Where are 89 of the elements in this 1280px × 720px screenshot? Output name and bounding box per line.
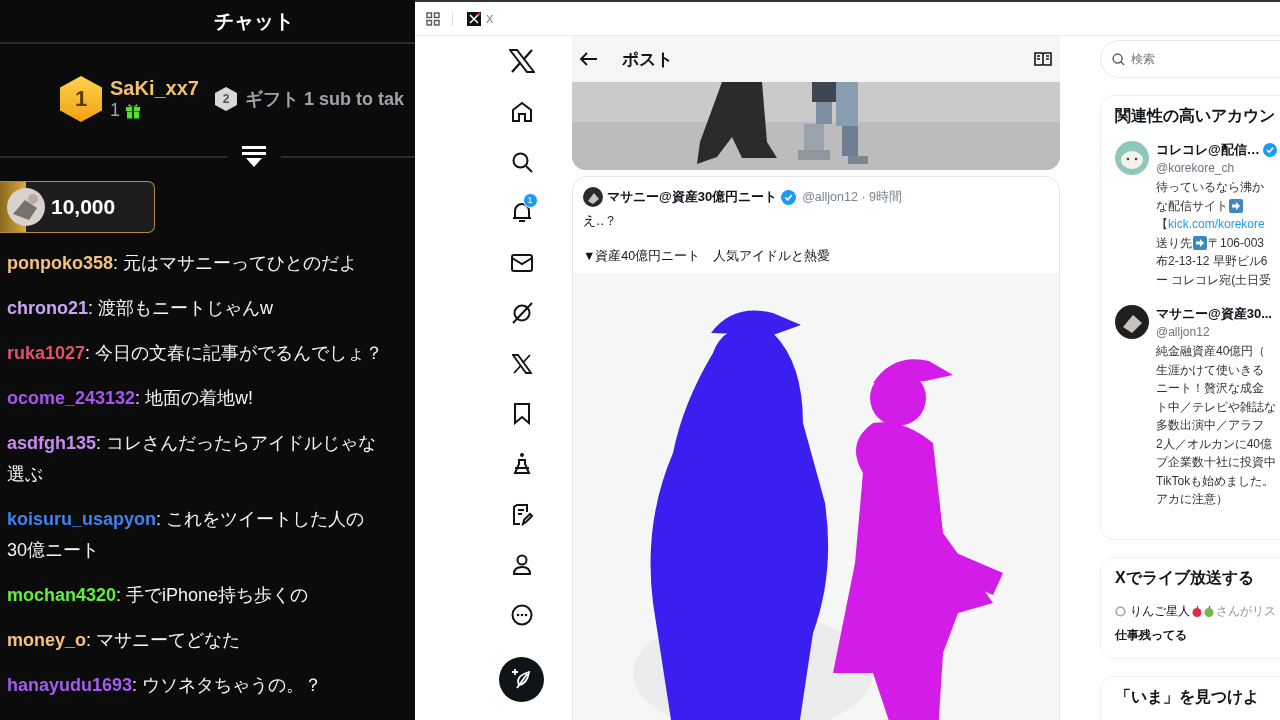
avatar — [583, 187, 603, 207]
bio-text: 生涯かけて使いきる — [1156, 361, 1264, 379]
search-icon[interactable] — [510, 150, 533, 173]
chat-message-text: : マサニーてどなた — [86, 630, 241, 650]
quoted-post-card[interactable]: マサニー@資産30億円ニート @alljon12 · 9時間 え‥？ ▼資産40億円ニート 人気アイドルと熱愛 — [572, 176, 1060, 720]
right-arrow-icon — [1193, 235, 1207, 250]
browser-tab[interactable]: X — [484, 10, 496, 27]
ring-icon — [1115, 605, 1126, 617]
bell-icon[interactable] — [510, 201, 533, 224]
chat-message-text: : 元はマサニーってひとのだよ — [113, 253, 358, 273]
account-name[interactable]: コレコレ@配信… — [1156, 141, 1260, 159]
search-field[interactable]: 検索 — [1100, 40, 1280, 78]
back-arrow-icon[interactable] — [580, 52, 598, 66]
bio-text: ー コレコレ宛(土日受 — [1156, 271, 1272, 289]
page-title: ポスト — [622, 48, 673, 71]
chat-message-text: : 地面の着地w! — [135, 388, 254, 408]
x-logo-icon[interactable] — [508, 49, 535, 74]
bio-text: TikTokも始めました。 — [1156, 472, 1275, 490]
card-title: 関連性の高いアカウン — [1115, 106, 1276, 126]
bio-text: ト中／テレビや雑誌な — [1156, 398, 1276, 416]
rank-badge: 2 — [214, 87, 237, 111]
chat-message-text: : 手でiPhone持ち歩くの — [116, 585, 309, 605]
card-title: 「いま」を見つけよ — [1115, 686, 1260, 707]
chat-username[interactable]: ocome_243132 — [7, 388, 136, 408]
x-logo-icon — [467, 11, 481, 26]
live-topic[interactable]: 仕事残ってる — [1115, 626, 1187, 644]
more-icon[interactable] — [510, 604, 533, 627]
chat-message-text: 選ぶ — [7, 463, 44, 486]
leaderboard-entry: ギフト 1 sub to tak — [244, 88, 404, 111]
flask-icon[interactable] — [512, 453, 531, 476]
apple-icon — [1204, 605, 1214, 617]
bio-text: 純金融資産40億円（ — [1156, 343, 1266, 360]
account-handle: @alljon12 — [1156, 325, 1211, 339]
feather-plus-icon — [510, 668, 533, 691]
chat-username[interactable]: chrono21 — [7, 298, 89, 318]
chat-message-text: : 今日の文春に記事がでるんでしょ？ — [85, 343, 384, 363]
notification-count: 1 — [522, 193, 538, 209]
post-text: え‥？ — [583, 213, 619, 230]
rank-badge: 1 — [60, 76, 102, 122]
apple-icon — [1192, 605, 1202, 617]
bio-text: 待っているなら沸か — [1156, 179, 1264, 196]
x-logo-icon[interactable] — [511, 353, 532, 374]
home-icon[interactable] — [510, 100, 533, 123]
gift-icon — [125, 102, 141, 119]
chat-username[interactable]: asdfgh135 — [7, 433, 97, 453]
host-name[interactable]: りんご星人 — [1130, 602, 1190, 620]
chat-title: チャット — [214, 8, 294, 34]
chat-message-text: : これをツイートした人の — [156, 509, 365, 529]
account-name[interactable]: マサニー@資産30... — [1156, 305, 1272, 323]
chat-message-text: : ウソネタちゃうの。？ — [132, 675, 323, 695]
account-handle: @korekore_ch — [1156, 161, 1236, 175]
chat-username[interactable]: mochan4320 — [7, 585, 117, 605]
bio-text: 送り先 — [1156, 234, 1192, 252]
chat-username[interactable]: money_o — [7, 630, 87, 650]
chat-username[interactable]: koisuru_usapyon — [7, 509, 157, 529]
bio-text: プ企業数十社に投資中 — [1156, 454, 1276, 471]
bio-text: 布2-13-12 早野ビル6 — [1156, 253, 1268, 270]
bio-text: 多数出演中／アラフ — [1156, 417, 1264, 434]
reader-icon[interactable] — [1034, 52, 1052, 66]
chat-message-text: : コレさんだったらアイドルじゃな — [96, 433, 377, 453]
bio-text: 〒106-003 — [1208, 234, 1265, 252]
bio-text: ニート！贅沢な成金 — [1156, 380, 1264, 397]
bio-text: な配信サイト — [1156, 197, 1228, 215]
compose-button[interactable] — [499, 656, 544, 702]
bookmark-icon[interactable] — [512, 402, 531, 425]
chat-message-text: : 渡部もニートじゃんw — [88, 298, 274, 318]
bio-text: 【 — [1156, 216, 1168, 233]
chat-username[interactable]: ruka1027 — [7, 343, 86, 363]
gifter-name: SaKi_xx7 — [110, 77, 199, 100]
card-title: Xでライブ放送する — [1115, 567, 1255, 588]
gift-count: 1 — [110, 100, 120, 121]
bio-text: アカに注意） — [1156, 491, 1228, 508]
live-status: さんがリス — [1216, 602, 1276, 620]
person-icon[interactable] — [511, 554, 532, 577]
author-name[interactable]: マサニー@資産30億円ニート — [607, 188, 778, 206]
avatar[interactable] — [1115, 305, 1149, 339]
grid-icon[interactable] — [426, 11, 440, 26]
chat-username[interactable]: hanayudu1693 — [7, 675, 133, 695]
note-edit-icon[interactable] — [510, 503, 533, 526]
right-arrow-icon — [1229, 198, 1243, 213]
bio-text: 2人／オルカンに40億 — [1156, 435, 1273, 453]
post-text: ▼資産40億円ニート 人気アイドルと熱愛 — [583, 248, 832, 265]
mail-icon[interactable] — [510, 253, 533, 272]
chat-username[interactable]: ponpoko358 — [7, 253, 113, 273]
gift-amount: 10,000 — [51, 195, 116, 219]
handle-and-time: @alljon12 · 9時間 — [802, 188, 902, 206]
slashed-circle-icon[interactable] — [510, 302, 533, 325]
avatar — [7, 188, 45, 226]
chat-message-text: 30億ニート — [7, 539, 101, 562]
